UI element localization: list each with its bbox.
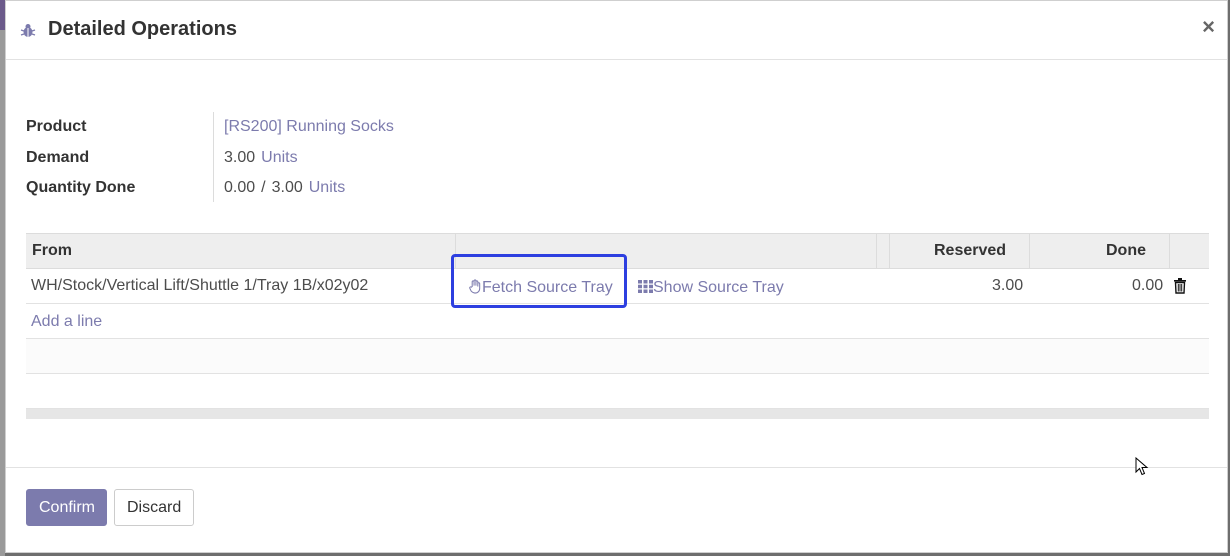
product-link[interactable]: [RS200] Running Socks <box>224 118 394 136</box>
discard-button[interactable]: Discard <box>114 489 194 526</box>
qty-done-uom-link[interactable]: Units <box>309 179 345 196</box>
qty-done-label: Quantity Done <box>26 179 136 196</box>
product-label: Product <box>26 118 87 135</box>
qty-done-total: 3.00 <box>271 179 303 196</box>
dialog-footer: Confirm Discard <box>6 467 1227 554</box>
qty-done-value: 0.00 / 3.00 Units <box>224 179 345 197</box>
bug-icon <box>20 24 36 37</box>
dialog-header: Detailed Operations × <box>6 1 1227 60</box>
demand-qty: 3.00 <box>224 149 256 166</box>
qty-done-separator: / <box>261 179 266 196</box>
header-separator <box>1029 234 1030 268</box>
table-footer <box>26 409 1209 419</box>
header-separator <box>889 234 890 268</box>
mouse-cursor-icon <box>1135 457 1149 476</box>
demand-field: Demand 3.00 Units <box>26 149 626 171</box>
hand-icon <box>469 279 481 294</box>
header-separator <box>876 234 877 268</box>
add-line-row: Add a line <box>26 304 1209 339</box>
qty-done-field: Quantity Done 0.00 / 3.00 Units <box>26 179 626 201</box>
header-reserved[interactable]: Reserved <box>934 242 1006 260</box>
add-a-line-link[interactable]: Add a line <box>31 313 102 331</box>
grid-icon <box>638 280 653 293</box>
demand-uom-link[interactable]: Units <box>261 149 297 166</box>
empty-row <box>26 374 1209 409</box>
show-source-tray-label: Show Source Tray <box>653 279 784 296</box>
from-location[interactable]: WH/Stock/Vertical Lift/Shuttle 1/Tray 1B… <box>31 277 368 295</box>
close-icon[interactable]: × <box>1202 14 1215 40</box>
header-done[interactable]: Done <box>1106 242 1146 260</box>
table-row[interactable]: WH/Stock/Vertical Lift/Shuttle 1/Tray 1B… <box>26 254 1209 308</box>
qty-done-amount: 0.00 <box>224 179 256 196</box>
demand-label: Demand <box>26 149 90 166</box>
fetch-source-tray-label: Fetch Source Tray <box>482 279 613 296</box>
demand-value: 3.00 Units <box>224 149 298 167</box>
trash-icon[interactable] <box>1174 278 1186 294</box>
done-qty[interactable]: 0.00 <box>1132 277 1163 295</box>
empty-row <box>26 339 1209 374</box>
confirm-button[interactable]: Confirm <box>26 489 107 526</box>
product-field: Product [RS200] Running Socks <box>26 118 626 140</box>
dialog-title: Detailed Operations <box>48 18 237 40</box>
reserved-qty[interactable]: 3.00 <box>992 277 1023 295</box>
show-source-tray-button[interactable]: Show Source Tray <box>638 279 784 297</box>
header-from[interactable]: From <box>32 242 72 260</box>
fetch-source-tray-button[interactable]: Fetch Source Tray <box>468 279 613 297</box>
header-separator <box>1169 234 1170 268</box>
detailed-operations-dialog: Detailed Operations × Product [RS200] Ru… <box>5 0 1228 553</box>
